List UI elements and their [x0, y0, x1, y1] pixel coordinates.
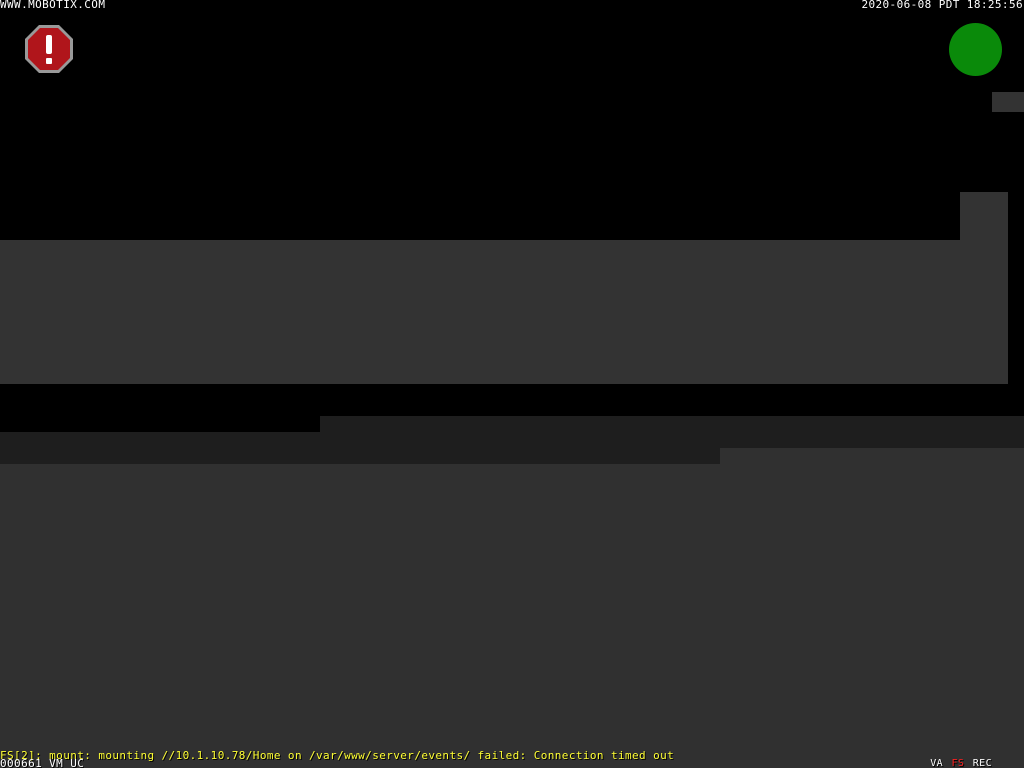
scene-step: [0, 432, 1024, 448]
scene-floor: [0, 464, 1024, 768]
scene-wall: [0, 240, 1008, 384]
scene-step: [0, 448, 720, 464]
status-indicator-icon: [949, 23, 1002, 76]
va-flag: VA: [930, 758, 944, 768]
frame-id-label: 000661 VM UC: [0, 757, 85, 768]
scene-block: [960, 192, 1008, 240]
scene-floor-edge: [720, 448, 1024, 464]
timestamp-label: 2020-06-08 PDT 18:25:56: [861, 0, 1023, 11]
status-flags: VA FS REC: [928, 758, 992, 768]
site-url-label: WWW.MOBOTIX.COM: [0, 0, 106, 11]
camera-frame: WWW.MOBOTIX.COM 2020-06-08 PDT 18:25:56 …: [0, 0, 1024, 768]
rec-flag: REC: [972, 758, 992, 768]
fs-flag: FS: [951, 758, 965, 768]
scene-step: [320, 416, 1024, 432]
error-message: FS[2]: mount: mounting //10.1.10.78/Home…: [0, 749, 675, 762]
alarm-icon: [25, 25, 73, 73]
scene-block: [992, 92, 1024, 112]
